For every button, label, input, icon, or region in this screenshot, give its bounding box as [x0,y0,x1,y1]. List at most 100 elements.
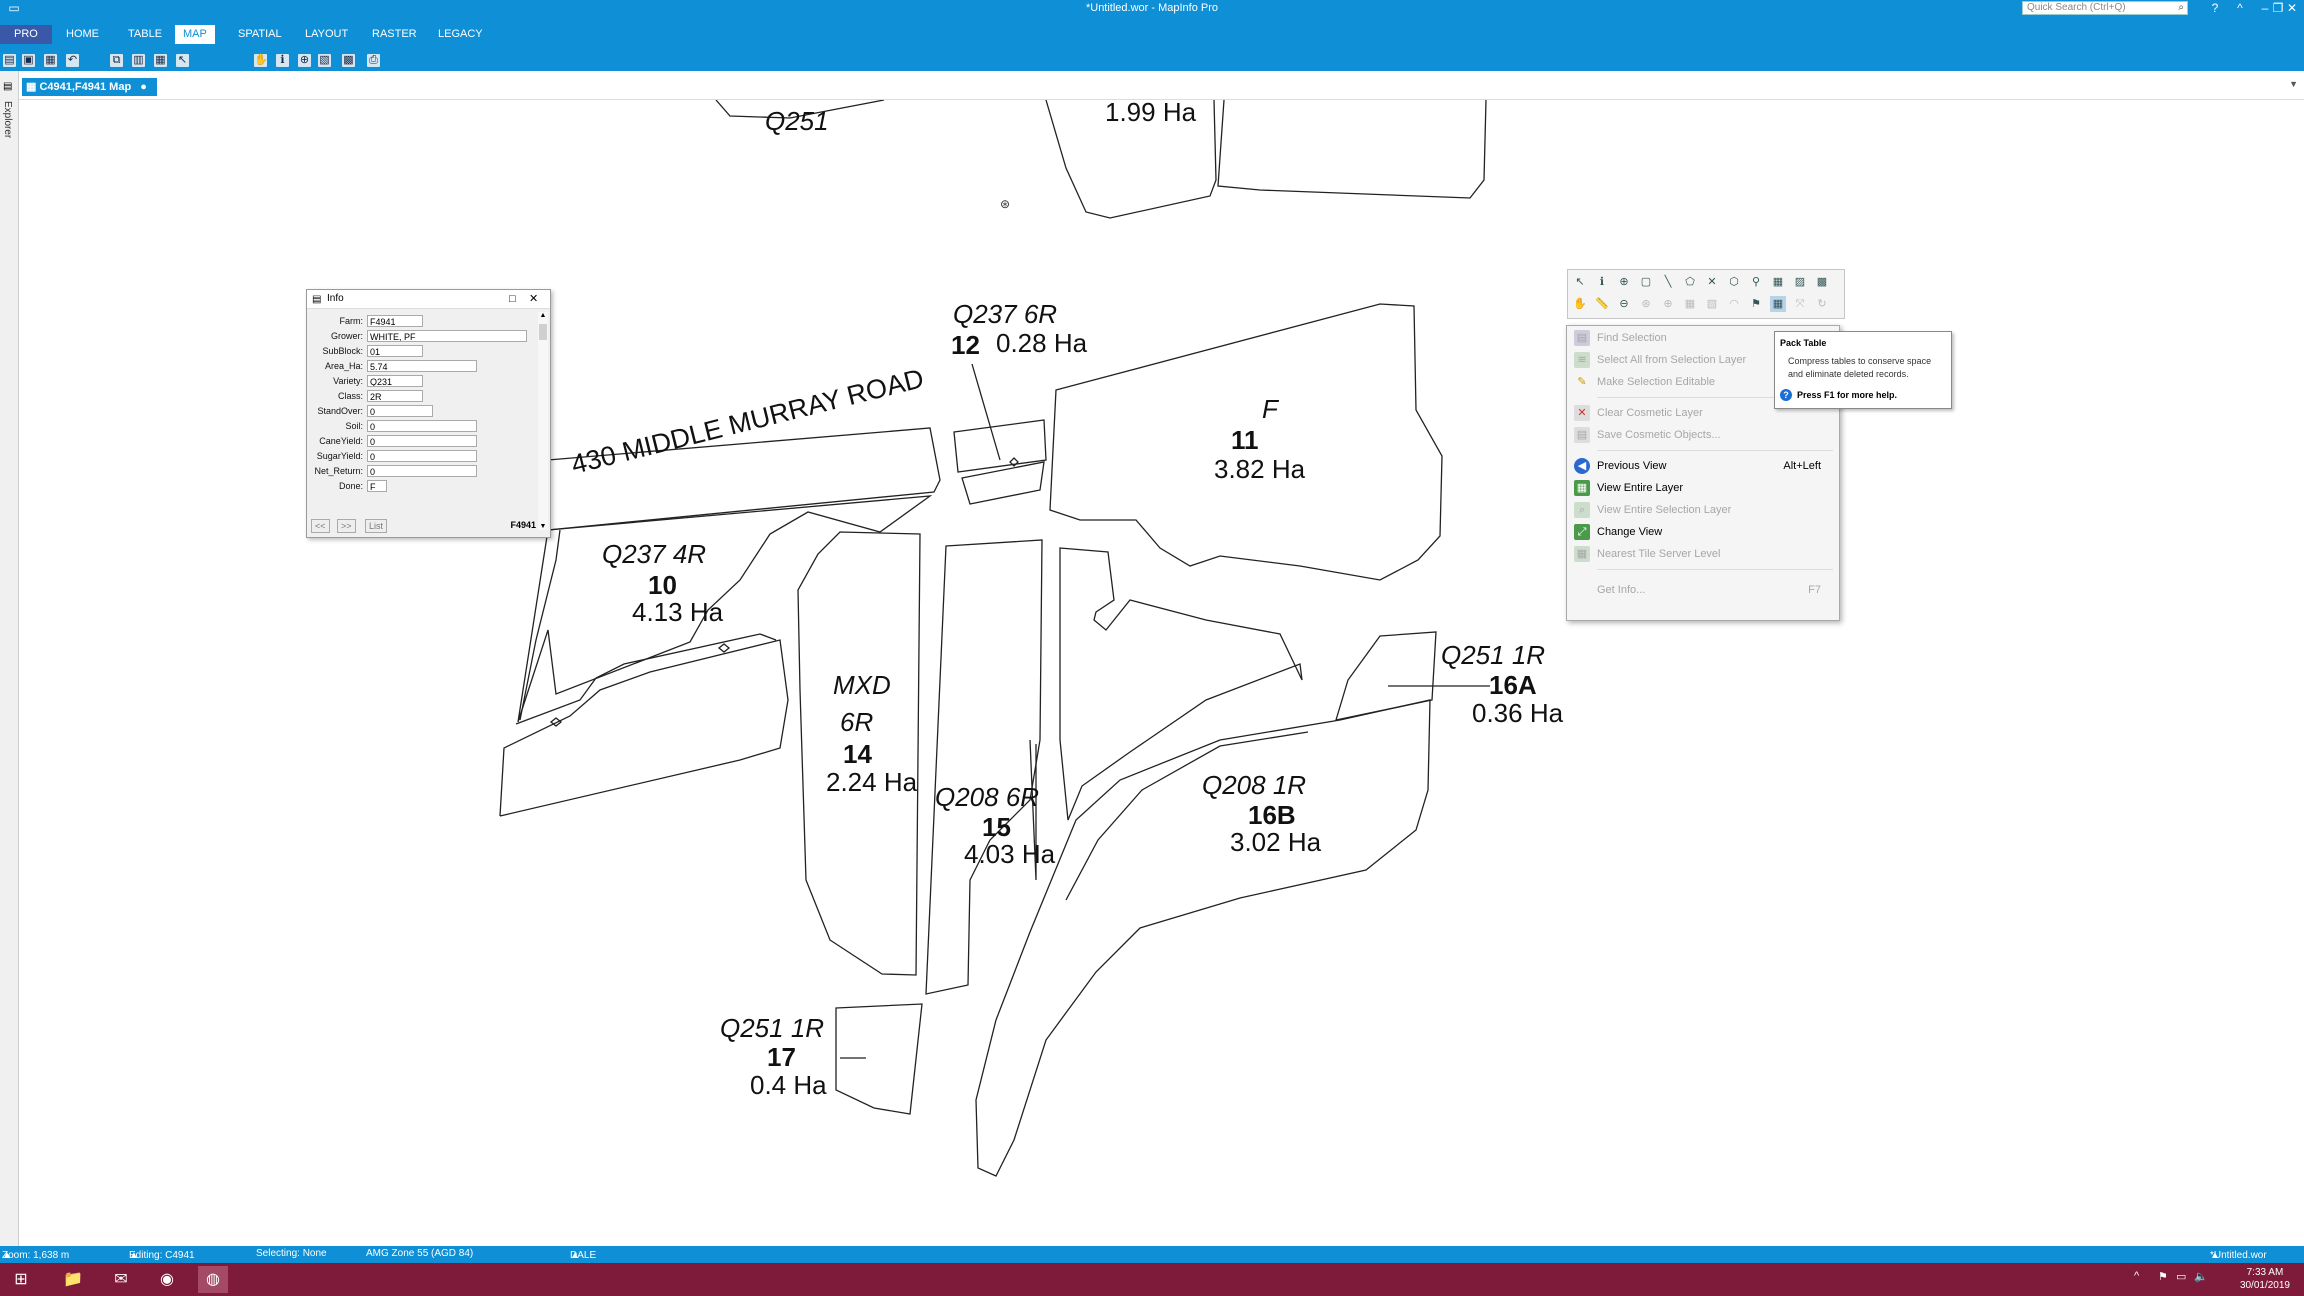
search-icon[interactable]: ⌕ [2178,2,2184,14]
menu-view-selection-layer[interactable]: ⌕ View Entire Selection Layer [1567,499,1839,521]
info-scrollbar[interactable]: ▲ ▼ [538,312,548,530]
field-value-variety[interactable]: Q231 [367,375,423,387]
field-value-standover[interactable]: 0 [367,405,433,417]
tab-pro[interactable]: PRO [0,25,52,44]
tab-layout[interactable]: LAYOUT [297,25,356,44]
layers-icon[interactable]: ▧ [1704,296,1720,312]
crosshair-icon[interactable]: ⊕ [1660,296,1676,312]
grid-icon[interactable]: ▦ [1682,296,1698,312]
save-icon[interactable]: ▦ [44,54,57,67]
zoom-out-icon[interactable]: ⊖ [1616,296,1632,312]
prev-record-button[interactable]: << [311,519,330,533]
info-icon[interactable]: ℹ [276,54,289,67]
undo-icon[interactable]: ↶ [66,54,79,67]
tab-map[interactable]: MAP [175,25,215,44]
flag-icon[interactable]: ⚑ [2158,1270,2168,1283]
table-tool-icon[interactable]: ▦ [1770,274,1786,290]
explorer-sidebar[interactable]: ▤ Explorer [0,71,19,1247]
tab-raster[interactable]: RASTER [364,25,425,44]
close-button[interactable]: ✕ [2280,1,2304,15]
pin-tool-icon[interactable]: ⚑ [1748,296,1764,312]
outlook-icon[interactable]: ✉ [106,1266,136,1293]
scroll-down-icon[interactable]: ▼ [538,523,548,530]
close-icon[interactable]: ✕ [529,290,538,308]
field-value-area[interactable]: 5.74 [367,360,477,372]
field-value-farm[interactable]: F4941 [367,315,423,327]
field-value-grower[interactable]: WHITE, PF [367,330,527,342]
field-value-netreturn[interactable]: 0 [367,465,477,477]
zoom-in-icon[interactable]: ⊕ [1616,274,1632,290]
next-record-button[interactable]: >> [337,519,356,533]
explorer-label[interactable]: Explorer [2,101,13,138]
field-value-done[interactable]: F [367,480,387,492]
info-tool-icon[interactable]: ℹ [1594,274,1610,290]
print-icon[interactable]: ⎙ [367,54,380,67]
pan-icon[interactable]: ✋ [254,54,268,67]
status-projection[interactable]: AMG Zone 55 (AGD 84) [366,1248,473,1259]
pan-hand-icon[interactable]: ✋ [1572,296,1588,312]
tray-chevron-icon[interactable]: ^ [2134,1270,2139,1282]
refresh-icon[interactable]: ↻ [1814,296,1830,312]
copy-icon[interactable]: ⧉ [110,54,123,67]
tab-home[interactable]: HOME [58,25,107,44]
polygon-icon[interactable]: ⬠ [1682,274,1698,290]
target-icon[interactable]: ⊛ [1638,296,1654,312]
menu-change-view[interactable]: ⤢ Change View [1567,521,1839,543]
node-icon[interactable]: ⚲ [1748,274,1764,290]
start-button-icon[interactable]: ⊞ [6,1266,36,1293]
reshape-icon[interactable]: ⬡ [1726,274,1742,290]
menu-view-entire-layer[interactable]: ▦ View Entire Layer [1567,477,1839,499]
pin-icon[interactable]: ● [140,81,147,93]
pack-table-icon[interactable]: ▦ [1770,296,1786,312]
split-icon[interactable]: ⤧ [1792,296,1808,312]
map-canvas[interactable]: ⊛ Q251 1.99 Ha Q237 6R 12 0.28 Ha F 11 3… [19,100,2304,1246]
field-value-class[interactable]: 2R [367,390,423,402]
quick-search-input[interactable]: Quick Search (Ctrl+Q) ⌕ [2022,1,2188,15]
volume-icon[interactable]: 🔈 [2194,1270,2208,1283]
scroll-up-icon[interactable]: ▲ [538,312,548,319]
select-arrow-icon[interactable]: ↖ [1572,274,1588,290]
ribbon-minimize-icon[interactable]: ^ [2228,1,2252,15]
menu-previous-view[interactable]: ◀ Previous View Alt+Left [1567,455,1839,477]
ruler-icon[interactable]: 📏 [1594,296,1610,312]
clear-icon[interactable]: ▩ [1814,274,1830,290]
polyline-icon[interactable]: ✕ [1704,274,1720,290]
erase-icon[interactable]: ▨ [1792,274,1808,290]
paste-icon[interactable]: ▥ [132,54,145,67]
marquee-icon[interactable]: ▢ [1638,274,1654,290]
info-window-header[interactable]: ▤ Info □ ✕ [307,290,550,309]
file-explorer-icon[interactable]: 📁 [58,1266,88,1293]
mapinfo-taskbar-icon[interactable]: ◍ [198,1266,228,1293]
info-window[interactable]: ▤ Info □ ✕ Farm: F4941 Grower: WHITE, PF… [306,289,551,538]
tab-table[interactable]: TABLE [120,25,170,44]
tab-list-chevron-icon[interactable]: ▼ [2289,79,2298,89]
explorer-icon[interactable]: ▤ [3,81,12,92]
arc-icon[interactable]: ◠ [1726,296,1742,312]
menu-get-info[interactable]: Get Info... F7 [1567,579,1839,601]
tab-legacy[interactable]: LEGACY [430,25,491,44]
help-icon[interactable]: ? [2203,1,2227,15]
clock[interactable]: 7:33 AM 30/01/2019 [2240,1266,2290,1292]
map-icon[interactable]: ▩ [342,54,355,67]
zoom-icon[interactable]: ⊕ [298,54,311,67]
status-selecting[interactable]: Selecting: None [256,1248,327,1259]
network-icon[interactable]: ▭ [2176,1270,2186,1283]
menu-save-cosmetic[interactable]: ▤ Save Cosmetic Objects... [1567,424,1839,446]
layer-icon[interactable]: ▧ [318,54,331,67]
new-table-icon[interactable]: ▤ [3,54,16,67]
field-value-subblock[interactable]: 01 [367,345,423,357]
select-icon[interactable]: ↖ [176,54,189,67]
field-value-caneyield[interactable]: 0 [367,435,477,447]
scroll-thumb[interactable] [539,324,547,340]
tab-spatial[interactable]: SPATIAL [230,25,290,44]
field-value-sugaryield[interactable]: 0 [367,450,477,462]
list-button[interactable]: List [365,519,388,533]
menu-nearest-tile[interactable]: ▦ Nearest Tile Server Level [1567,543,1839,565]
line-icon[interactable]: ╲ [1660,274,1676,290]
firefox-icon[interactable]: ◉ [152,1266,182,1293]
table-icon[interactable]: ▦ [154,54,167,67]
maximize-icon[interactable]: □ [509,290,516,308]
tab-map-document[interactable]: ▦ C4941,F4941 Map ● [22,78,157,96]
field-value-soil[interactable]: 0 [367,420,477,432]
open-icon[interactable]: ▣ [22,54,35,67]
